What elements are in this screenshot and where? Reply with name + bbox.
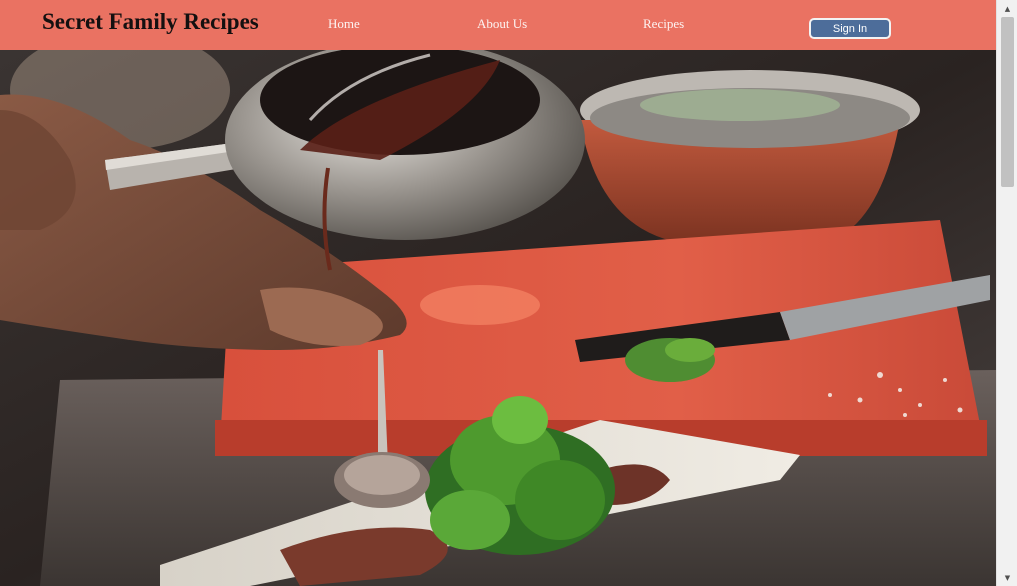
site-logo-title[interactable]: Secret Family Recipes	[42, 9, 259, 35]
hero-cooking-illustration	[0, 50, 996, 586]
sign-in-button[interactable]: Sign In	[809, 18, 891, 39]
vertical-scrollbar[interactable]: ▲ ▼	[996, 0, 1017, 586]
nav-link-home[interactable]: Home	[328, 16, 360, 32]
scrollbar-thumb[interactable]	[1001, 17, 1014, 187]
nav-link-about-us[interactable]: About Us	[477, 16, 527, 32]
site-header: Secret Family Recipes Home About Us Reci…	[0, 0, 996, 50]
nav-link-recipes[interactable]: Recipes	[643, 16, 684, 32]
scroll-up-icon[interactable]: ▲	[997, 0, 1017, 17]
page-viewport: Secret Family Recipes Home About Us Reci…	[0, 0, 996, 586]
hero-image	[0, 50, 996, 586]
scroll-down-icon[interactable]: ▼	[997, 569, 1017, 586]
